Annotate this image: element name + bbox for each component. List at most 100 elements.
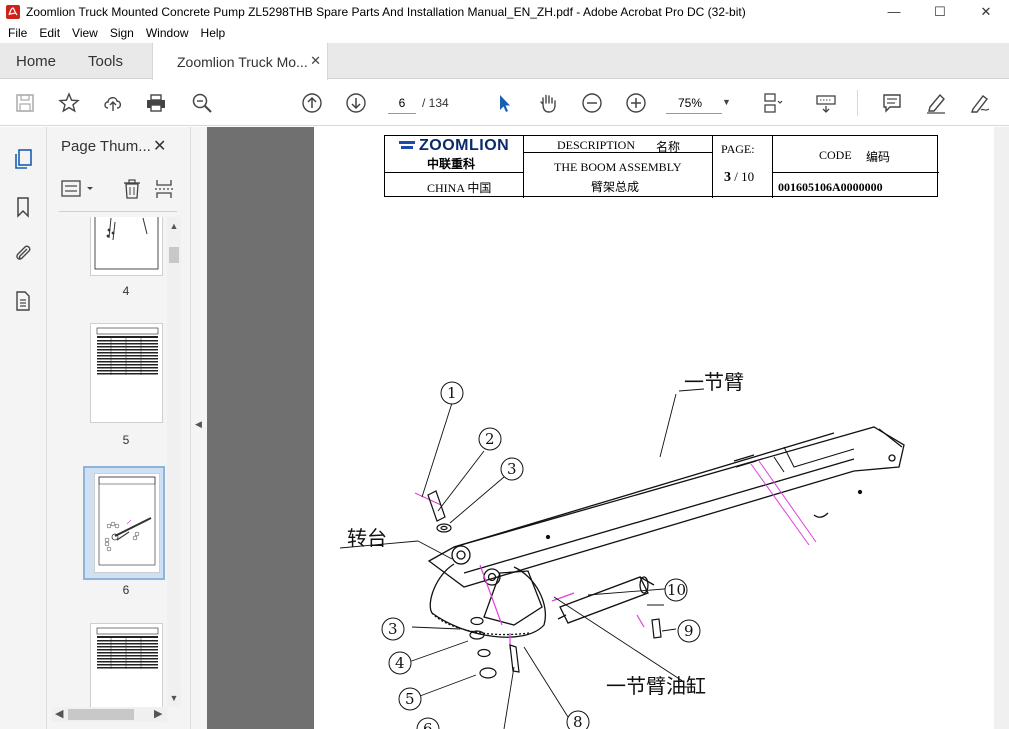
minimize-button[interactable]: —	[871, 0, 917, 23]
thumbnails-vertical-scrollbar[interactable]: ▲ ▼	[167, 217, 181, 707]
menu-file[interactable]: File	[2, 26, 33, 40]
panel-collapse-handle[interactable]: ◀	[190, 127, 207, 729]
scroll-left-icon[interactable]: ◀	[55, 707, 63, 720]
svg-text:6: 6	[423, 720, 433, 729]
callout-3-bottom: 3	[381, 617, 405, 641]
upload-cloud-icon[interactable]	[101, 91, 125, 115]
callout-10: 10	[664, 578, 688, 602]
title-bar: Zoomlion Truck Mounted Concrete Pump ZL5…	[0, 0, 1009, 23]
toolbar: / 134 ▼	[0, 80, 1009, 126]
menu-help[interactable]: Help	[195, 26, 232, 40]
thumbnails-divider	[59, 211, 177, 212]
page-thumbnails-icon[interactable]	[11, 147, 35, 171]
star-icon[interactable]	[57, 91, 81, 115]
comment-icon[interactable]	[880, 91, 904, 115]
maximize-button[interactable]: ☐	[917, 0, 963, 23]
scrollbar-thumb[interactable]	[169, 247, 179, 263]
zoom-dropdown-icon[interactable]: ▼	[722, 97, 731, 107]
document-canvas[interactable]: ZOOMLION 中联重科 CHINA 中国 DESCRIPTION 名称 TH…	[207, 127, 994, 729]
thumbnail-page-6[interactable]	[94, 473, 160, 573]
callout-1: 1	[440, 381, 464, 405]
close-window-button[interactable]: ✕	[963, 0, 1009, 23]
extract-pages-icon[interactable]	[153, 178, 175, 200]
svg-text:9: 9	[684, 622, 694, 640]
tab-bar: Home Tools Zoomlion Truck Mo... ✕	[0, 43, 1009, 80]
zoom-level-input[interactable]	[666, 92, 722, 114]
menu-edit[interactable]: Edit	[33, 26, 66, 40]
annotation-turntable: 转台	[347, 526, 387, 550]
menu-bar: File Edit View Sign Window Help	[0, 23, 1009, 43]
scroll-up-icon[interactable]: ▲	[167, 219, 181, 233]
thumbnail-page-5[interactable]	[90, 323, 163, 423]
print-icon[interactable]	[144, 91, 168, 115]
thumbnails-toolbar	[59, 177, 177, 201]
menu-window[interactable]: Window	[140, 26, 195, 40]
thumbnail-label-4: 4	[122, 284, 130, 298]
thumbnails-close-icon[interactable]: ✕	[153, 136, 166, 156]
svg-text:4: 4	[395, 654, 405, 672]
annotation-cylinder: 一节臂油缸	[606, 674, 706, 698]
thumbnail-page-7[interactable]	[90, 623, 163, 707]
document-layers-icon[interactable]	[11, 289, 35, 313]
previous-page-icon[interactable]	[300, 91, 324, 115]
callout-9: 9	[677, 619, 701, 643]
zoom-search-icon[interactable]	[190, 91, 214, 115]
callout-3-top: 3	[500, 457, 524, 481]
zoom-out-icon[interactable]	[580, 91, 604, 115]
svg-text:5: 5	[405, 690, 415, 708]
thumbnail-label-5: 5	[122, 433, 130, 447]
document-vertical-scrollbar[interactable]	[994, 127, 1009, 729]
tab-close-icon[interactable]: ✕	[310, 53, 321, 69]
collapse-arrow-icon[interactable]: ◀	[195, 419, 202, 430]
boom-cylinder	[559, 576, 649, 624]
svg-text:3: 3	[388, 620, 398, 638]
page-number-input[interactable]	[388, 92, 416, 114]
svg-text:10: 10	[667, 581, 686, 599]
tab-document-label: Zoomlion Truck Mo...	[177, 53, 308, 70]
callout-8: 8	[566, 710, 590, 729]
window-title: Zoomlion Truck Mounted Concrete Pump ZL5…	[26, 4, 746, 19]
thumbnail-label-6: 6	[122, 583, 130, 597]
annotation-boom: 一节臂	[684, 370, 744, 394]
keyboard-icon[interactable]	[814, 91, 838, 115]
thumbnails-horizontal-scrollbar[interactable]: ◀ ▶	[52, 707, 167, 722]
bookmark-icon[interactable]	[11, 195, 35, 219]
left-tool-rail	[0, 127, 47, 729]
zoom-in-icon[interactable]	[624, 91, 648, 115]
thumbnail-options-icon[interactable]	[61, 179, 97, 199]
callout-5: 5	[398, 687, 422, 711]
next-page-icon[interactable]	[344, 91, 368, 115]
horizontal-scrollbar-thumb[interactable]	[68, 709, 134, 720]
page-total: / 134	[422, 96, 449, 110]
select-cursor-icon[interactable]	[492, 91, 516, 115]
hand-tool-icon[interactable]	[536, 91, 560, 115]
thumbnail-list: 4 5 6	[47, 217, 169, 707]
tab-tools[interactable]: Tools	[88, 43, 123, 79]
callout-4: 4	[388, 651, 412, 675]
menu-sign[interactable]: Sign	[104, 26, 140, 40]
svg-text:1: 1	[447, 384, 457, 402]
toolbar-separator	[857, 90, 858, 116]
page-display-icon[interactable]	[760, 91, 784, 115]
thumbnail-page-4[interactable]	[90, 217, 163, 276]
tab-document[interactable]: Zoomlion Truck Mo... ✕	[152, 43, 328, 80]
delete-page-icon[interactable]	[121, 178, 143, 200]
thumbnails-title: Page Thum...	[61, 138, 151, 155]
scroll-right-icon[interactable]: ▶	[154, 707, 162, 720]
boom-assembly-diagram: 1 2 3 3 4 5 6 8 9 10 一节臂 转台 一节臂油缸	[339, 370, 905, 729]
svg-text:8: 8	[573, 713, 583, 729]
page-thumbnails-panel: Page Thum... ✕ 4 5 6 ▲ ▼ ◀ ▶	[47, 127, 190, 729]
menu-view[interactable]: View	[66, 26, 104, 40]
sign-pen-icon[interactable]	[968, 91, 992, 115]
svg-text:2: 2	[485, 430, 495, 448]
tab-home[interactable]: Home	[16, 43, 56, 79]
attachment-icon[interactable]	[11, 241, 35, 265]
highlight-pen-icon[interactable]	[924, 91, 948, 115]
acrobat-icon	[6, 4, 20, 19]
callout-6: 6	[416, 717, 440, 729]
callout-2: 2	[478, 427, 502, 451]
scroll-down-icon[interactable]: ▼	[167, 691, 181, 705]
pdf-page: ZOOMLION 中联重科 CHINA 中国 DESCRIPTION 名称 TH…	[314, 127, 994, 729]
save-icon[interactable]	[13, 91, 37, 115]
svg-text:3: 3	[507, 460, 517, 478]
